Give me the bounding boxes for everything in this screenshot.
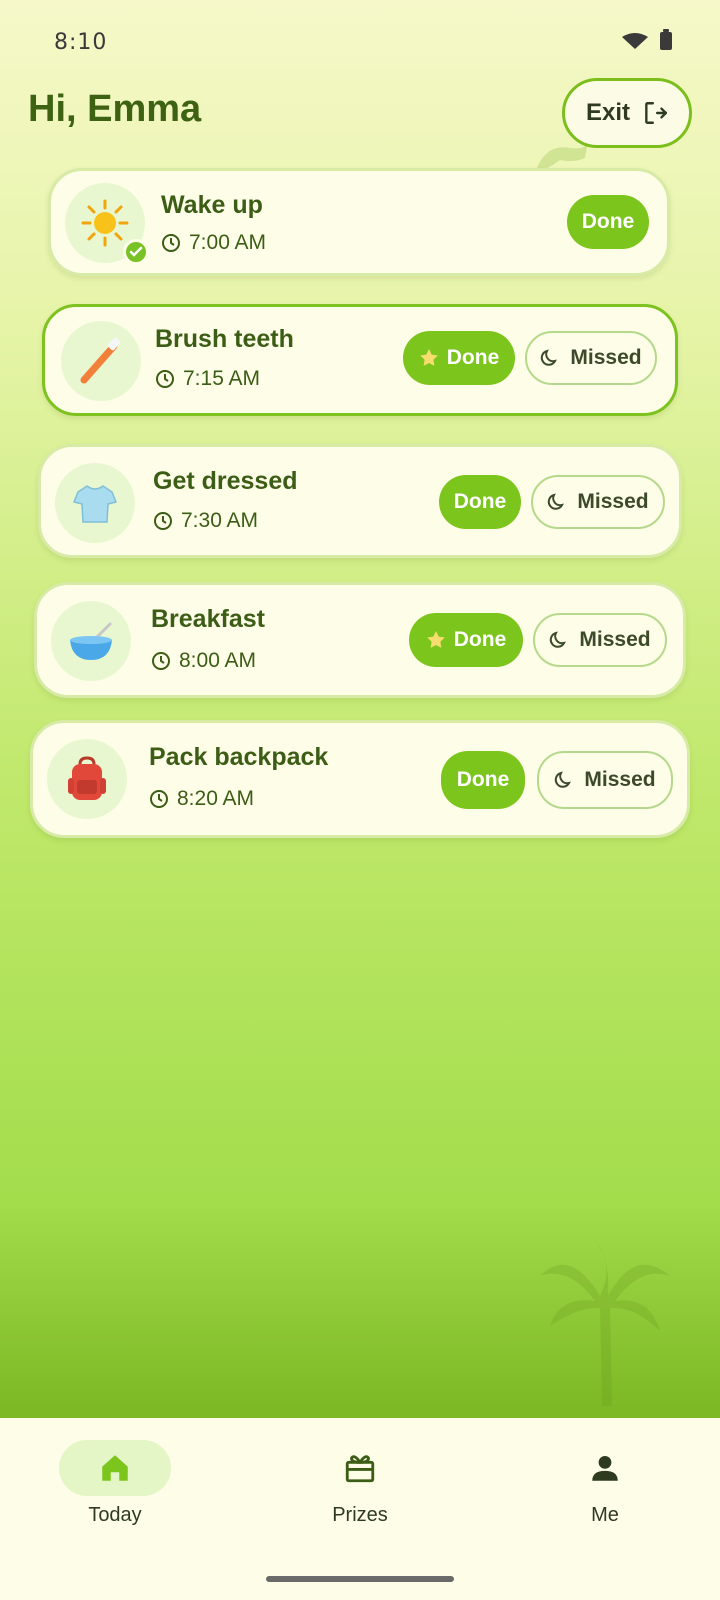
missed-label: Missed (570, 346, 642, 369)
task-avatar (51, 601, 131, 681)
task-title: Get dressed (153, 467, 298, 495)
exit-label: Exit (585, 99, 630, 126)
task-title: Brush teeth (155, 325, 294, 353)
moon-icon (555, 771, 572, 788)
task-time-label: 8:00 AM (179, 649, 257, 672)
nav-item-prizes[interactable]: Prizes (290, 1440, 430, 1527)
missed-label: Missed (577, 490, 649, 513)
clock-icon (156, 370, 174, 388)
palm-tree-decoration-icon (540, 1241, 670, 1406)
task-avatar (65, 183, 149, 265)
task-avatar (61, 321, 141, 401)
missed-label: Missed (584, 768, 656, 791)
missed-button[interactable]: Missed (525, 331, 657, 385)
task-time-label: 7:15 AM (183, 367, 261, 390)
nav-label: Prizes (332, 1504, 388, 1526)
greeting: Hi, Emma (28, 88, 202, 130)
wifi-icon (622, 33, 648, 49)
battery-icon (660, 29, 672, 50)
task-avatar (47, 739, 127, 819)
gift-icon (345, 1455, 375, 1483)
done-button[interactable]: Done (441, 751, 525, 809)
task-time: 8:20 AM (149, 787, 254, 811)
done-label: Done (453, 490, 507, 513)
task-time: 8:00 AM (151, 649, 256, 673)
status-bar: 8:10 (0, 0, 720, 80)
task-card-get-dressed[interactable]: Get dressed 7:30 AM Done Missed (38, 444, 682, 558)
task-title: Pack backpack (149, 743, 329, 771)
moon-icon (548, 493, 565, 510)
tshirt-icon (72, 485, 118, 523)
task-title: Wake up (161, 191, 263, 219)
nav-item-me[interactable]: Me (535, 1440, 675, 1527)
sun-icon (81, 199, 129, 247)
task-time: 7:15 AM (155, 367, 260, 391)
done-label: Done (446, 346, 500, 369)
task-card-breakfast[interactable]: Breakfast 8:00 AM Done Missed (34, 582, 686, 698)
nav-item-today[interactable]: Today (45, 1440, 185, 1527)
completed-check-icon (123, 239, 149, 265)
task-time-label: 7:00 AM (189, 231, 267, 254)
task-time: 7:00 AM (161, 231, 266, 255)
clock-icon (162, 234, 180, 252)
person-icon (592, 1455, 618, 1481)
status-time: 8:10 (54, 30, 108, 55)
nav-label: Me (591, 1504, 619, 1526)
star-icon (426, 631, 445, 648)
clock-icon (152, 652, 170, 670)
clock-icon (150, 790, 168, 808)
task-title: Breakfast (151, 605, 265, 633)
done-label: Done (453, 628, 507, 651)
star-icon (419, 349, 438, 366)
home-indicator (266, 1576, 454, 1582)
nav-pill-active (59, 1440, 171, 1496)
done-label: Done (456, 768, 510, 791)
done-button[interactable]: Done (409, 613, 523, 667)
logout-icon (645, 102, 668, 124)
done-button[interactable]: Done (403, 331, 515, 385)
missed-button[interactable]: Missed (533, 613, 667, 667)
home-icon (102, 1455, 128, 1481)
nav-pill (304, 1440, 416, 1496)
task-time-label: 7:30 AM (181, 509, 259, 532)
nav-pill (549, 1440, 661, 1496)
task-time-label: 8:20 AM (177, 787, 255, 810)
task-card-wake-up[interactable]: Wake up 7:00 AM Done (48, 168, 670, 276)
toothbrush-icon (80, 337, 121, 384)
done-label: Done (581, 210, 635, 233)
moon-icon (541, 349, 558, 366)
task-avatar (55, 463, 135, 543)
backpack-icon (68, 756, 106, 800)
done-button[interactable]: Done (439, 475, 521, 529)
bottom-navigation: Today Prizes Me (0, 1418, 720, 1600)
missed-label: Missed (579, 628, 651, 651)
task-card-brush-teeth[interactable]: Brush teeth 7:15 AM Done Missed (42, 304, 678, 416)
moon-icon (550, 631, 567, 648)
clock-icon (154, 512, 172, 530)
status-icons (622, 29, 672, 50)
task-time: 7:30 AM (153, 509, 258, 533)
bowl-icon (70, 622, 112, 660)
missed-button[interactable]: Missed (531, 475, 665, 529)
task-card-pack-backpack[interactable]: Pack backpack 8:20 AM Done Missed (30, 720, 690, 838)
missed-button[interactable]: Missed (537, 751, 673, 809)
done-button[interactable]: Done (567, 195, 649, 249)
nav-label: Today (88, 1504, 142, 1526)
